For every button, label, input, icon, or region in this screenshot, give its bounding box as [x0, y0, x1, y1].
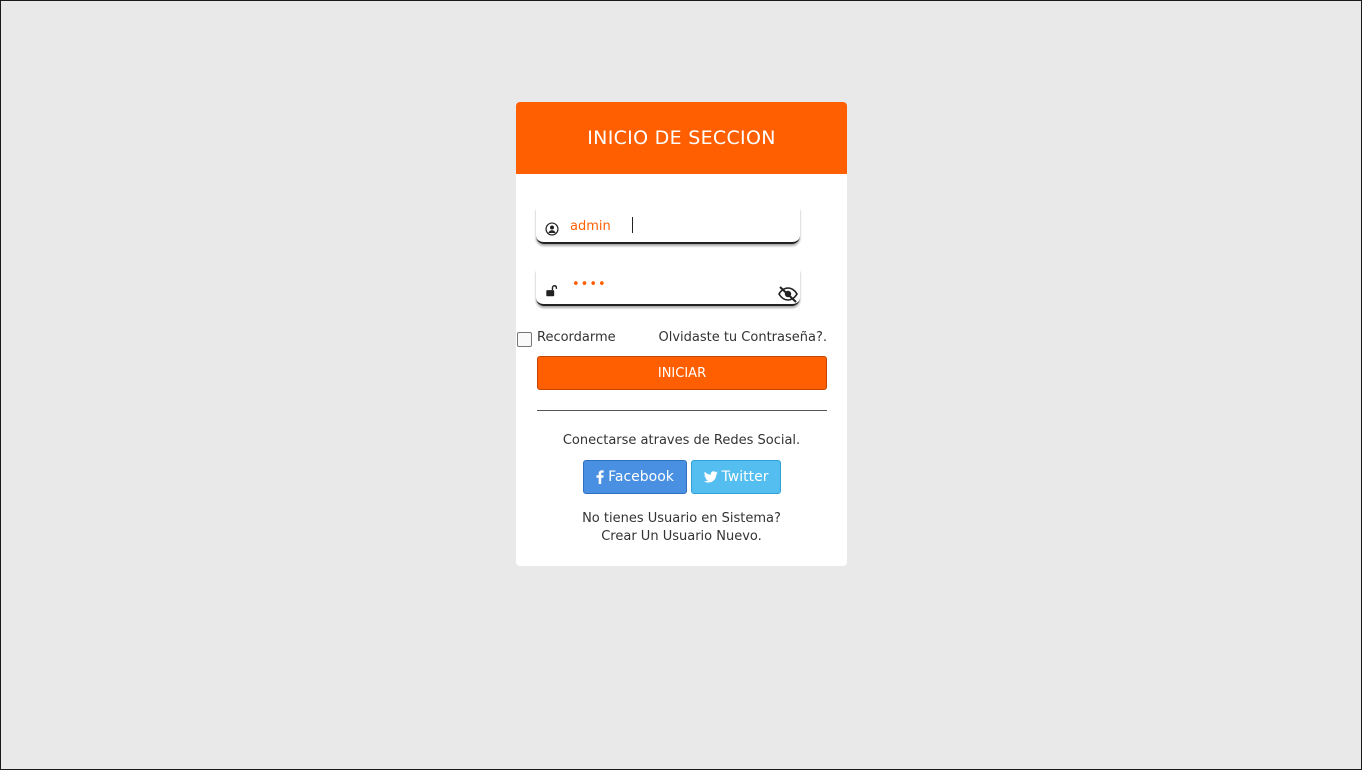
forgot-password-link[interactable]: Olvidaste tu Contraseña?. [658, 330, 827, 345]
twitter-icon [703, 471, 718, 483]
username-field[interactable] [536, 208, 800, 244]
username-input[interactable] [570, 216, 770, 236]
login-header: INICIO DE SECCION [516, 102, 847, 174]
divider [537, 410, 827, 411]
login-card: INICIO DE SECCION •••• Recordarme Olvida… [516, 102, 847, 566]
remember-label: Recordarme [537, 330, 616, 345]
create-user-link[interactable]: Crear Un Usuario Nuevo. [516, 529, 847, 544]
facebook-button[interactable]: Facebook [583, 460, 687, 494]
password-field[interactable]: •••• [536, 270, 800, 306]
text-cursor [632, 217, 633, 233]
signup-question: No tienes Usuario en Sistema? [582, 511, 781, 526]
remember-checkbox[interactable] [517, 332, 532, 347]
eye-slash-icon[interactable] [777, 285, 799, 303]
social-prompt: Conectarse atraves de Redes Social. [562, 433, 801, 448]
login-title: INICIO DE SECCION [587, 127, 776, 149]
user-circle-icon [545, 222, 559, 236]
password-input[interactable]: •••• [572, 277, 607, 292]
social-buttons: Facebook Twitter [583, 460, 781, 494]
remember-row: Recordarme Olvidaste tu Contraseña?. [516, 329, 847, 349]
facebook-label: Facebook [608, 469, 674, 485]
login-button[interactable]: INICIAR [537, 356, 827, 390]
facebook-icon [596, 470, 604, 484]
unlock-icon [546, 285, 558, 297]
twitter-button[interactable]: Twitter [691, 460, 781, 494]
twitter-label: Twitter [721, 469, 769, 485]
